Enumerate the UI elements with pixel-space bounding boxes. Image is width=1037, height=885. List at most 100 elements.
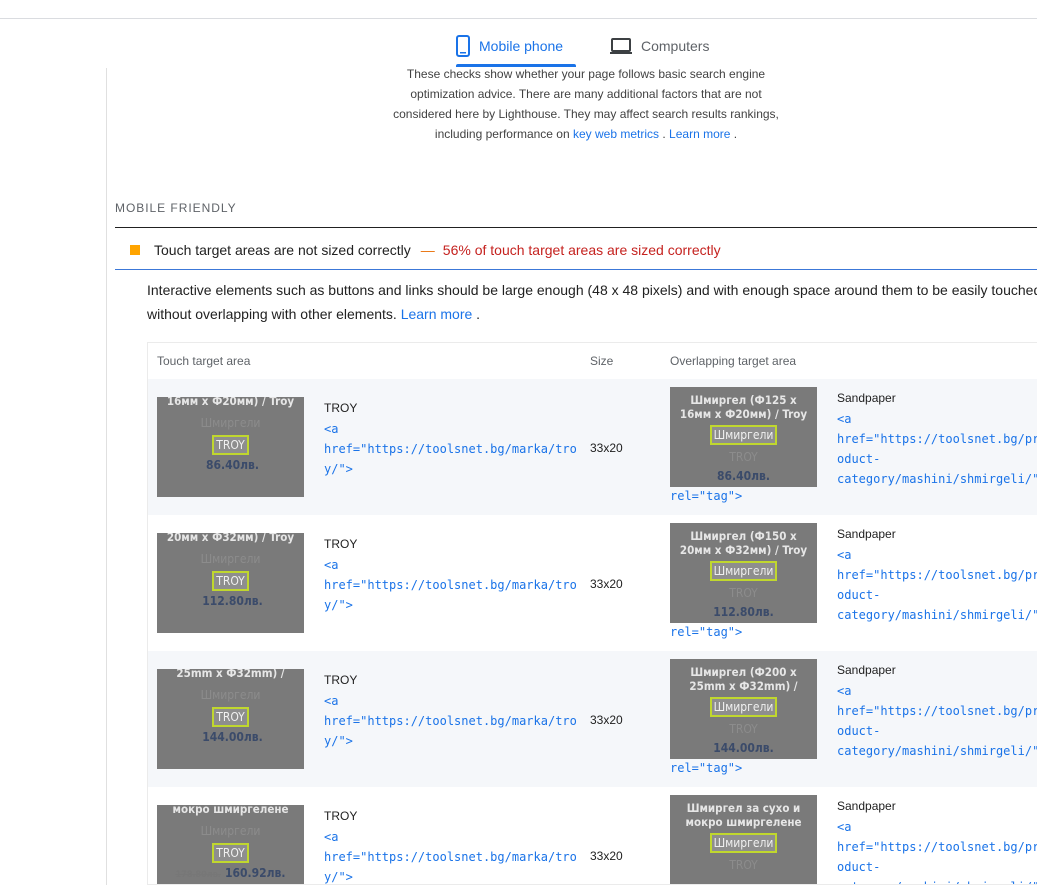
thumb-price: 178.80лв. 160.92лв. — [157, 866, 304, 882]
target-snippet: <a href="https://toolsnet.bg/marka/tro y… — [324, 694, 577, 748]
section-divider — [115, 227, 1037, 228]
thumb-product-title: мокро шмиргелене — [172, 805, 289, 816]
header-overlapping: Overlapping target area — [670, 354, 797, 368]
thumb-brand: TROY — [729, 858, 758, 872]
thumb-price: 144.00лв. — [713, 741, 774, 755]
thumb-highlighted-overlap: Шмиргели — [709, 561, 778, 581]
target-snippet: <a href="https://toolsnet.bg/marka/tro y… — [324, 830, 577, 884]
thumb-price-value: 160.92лв. — [224, 866, 286, 880]
thumb-price: 144.00лв. — [157, 730, 304, 746]
thumb-highlight-wrap: TROY — [157, 570, 304, 591]
overlap-label: Sandpaper — [837, 663, 896, 677]
thumb-old-price: 178.80лв. — [175, 870, 221, 880]
warning-status-icon — [130, 244, 140, 255]
key-web-metrics-link[interactable]: key web metrics — [573, 127, 659, 141]
overlap-screenshot-thumbnail: Шмиргел (Ф200 х 25mm х Ф32mm) / Шмиргели… — [670, 659, 817, 759]
target-size: 33x20 — [590, 713, 623, 727]
description-learn-more-link[interactable]: Learn more — [401, 306, 473, 322]
overlap-label: Sandpaper — [837, 527, 896, 541]
target-screenshot-thumbnail: мокро шмиргелене Шмиргели TROY 178.80лв.… — [157, 805, 304, 884]
table-header: Touch target area Size Overlapping targe… — [148, 343, 1037, 379]
audit-separator: — — [420, 241, 435, 258]
overlap-label: Sandpaper — [837, 391, 896, 405]
overlap-rel-tag: rel="tag"> — [670, 761, 743, 775]
thumb-title-line-2: 16мм х Ф20мм) / Troy — [679, 407, 808, 421]
table-row: 20мм х Ф32мм) / Troy Шмиргели TROY 112.8… — [148, 515, 1037, 651]
section-title: MOBILE FRIENDLY — [115, 201, 237, 215]
target-label: TROY — [324, 673, 358, 687]
thumb-highlight-wrap: TROY — [157, 434, 304, 455]
overlap-snippet: <a href="https://toolsnet.bg/pr oduct- c… — [837, 684, 1037, 758]
intro-learn-more-link[interactable]: Learn more — [669, 127, 730, 141]
target-label: TROY — [324, 401, 358, 415]
description-line-1: Interactive elements such as buttons and… — [147, 282, 1037, 298]
overlap-rel-tag: rel="tag"> — [670, 625, 743, 639]
target-size: 33x20 — [590, 441, 623, 455]
description-line-2: without overlapping with other elements.… — [147, 302, 1037, 326]
target-screenshot-thumbnail: 16мм х Ф20мм) / Troy Шмиргели TROY 86.40… — [157, 397, 304, 497]
thumb-title-line-1: Шмиргел (Ф125 х — [690, 393, 797, 407]
left-gutter-line — [106, 68, 107, 885]
audit-description: Interactive elements such as buttons and… — [147, 278, 1037, 326]
overlap-snippet: <a href="https://toolsnet.bg/pr oduct- c… — [837, 412, 1037, 486]
thumb-highlight-wrap: Шмиргели — [670, 832, 817, 853]
target-size: 33x20 — [590, 577, 623, 591]
thumb-category: Шмиргели — [200, 416, 261, 430]
thumb-title-line-1: Шмиргел (Ф150 х — [690, 529, 797, 543]
target-screenshot-thumbnail: 25mm х Ф32mm) / Шмиргели TROY 144.00лв. — [157, 669, 304, 769]
thumb-product-title: 20мм х Ф32мм) / Troy — [166, 533, 295, 544]
target-snippet: <a href="https://toolsnet.bg/marka/tro y… — [324, 422, 577, 476]
target-label: TROY — [324, 809, 358, 823]
thumb-highlight-wrap: Шмиргели — [670, 696, 817, 717]
device-tabs: Mobile phone Computers — [0, 26, 1037, 67]
smartphone-icon — [456, 35, 470, 57]
thumb-price-value: 112.80лв. — [202, 594, 263, 608]
thumb-highlighted-target: TROY — [212, 435, 249, 455]
thumb-product-title: 25mm х Ф32mm) / — [176, 669, 285, 680]
top-divider — [0, 18, 1037, 19]
thumb-price: 86.40лв. — [157, 458, 304, 474]
thumb-brand: TROY — [729, 722, 758, 736]
audit-title: Touch target areas are not sized correct… — [154, 241, 411, 258]
thumb-brand: TROY — [729, 450, 758, 464]
seo-intro: These checks show whether your page foll… — [386, 64, 786, 144]
overlap-label: Sandpaper — [837, 799, 896, 813]
description-line-2-text: without overlapping with other elements. — [147, 306, 401, 322]
thumb-price: 112.80лв. — [157, 594, 304, 610]
thumb-highlighted-overlap: Шмиргели — [709, 697, 778, 717]
audit-header-touch-targets[interactable]: Touch target areas are not sized correct… — [115, 230, 1037, 270]
overlap-screenshot-thumbnail: Шмиргел за сухо и мокро шмиргелене Шмирг… — [670, 795, 817, 884]
description-end: . — [472, 306, 481, 322]
intro-separator: . — [659, 127, 670, 141]
target-label: TROY — [324, 537, 358, 551]
thumb-highlighted-target: TROY — [212, 571, 249, 591]
table-row: мокро шмиргелене Шмиргели TROY 178.80лв.… — [148, 787, 1037, 884]
target-snippet: <a href="https://toolsnet.bg/marka/tro y… — [324, 558, 577, 612]
thumb-title-line-2: мокро шмиргелене — [685, 815, 802, 829]
tab-mobile-phone[interactable]: Mobile phone — [456, 26, 563, 66]
thumb-highlight-wrap: Шмиргели — [670, 560, 817, 581]
table-row: 25mm х Ф32mm) / Шмиргели TROY 144.00лв. … — [148, 651, 1037, 787]
header-size: Size — [590, 354, 614, 368]
thumb-price: 86.40лв. — [717, 469, 770, 483]
overlap-rel-tag: rel="tag"> — [670, 489, 743, 503]
target-screenshot-thumbnail: 20мм х Ф32мм) / Troy Шмиргели TROY 112.8… — [157, 533, 304, 633]
laptop-icon — [610, 38, 632, 54]
thumb-highlighted-target: TROY — [212, 843, 249, 863]
thumb-highlighted-overlap: Шмиргели — [709, 425, 778, 445]
thumb-title-line-2: 20мм х Ф32мм) / Troy — [679, 543, 808, 557]
thumb-title-line-1: Шмиргел (Ф200 х — [690, 665, 797, 679]
thumb-category: Шмиргели — [200, 552, 261, 566]
thumb-highlight-wrap: Шмиргели — [670, 424, 817, 445]
overlap-screenshot-thumbnail: Шмиргел (Ф125 х 16мм х Ф20мм) / Troy Шми… — [670, 387, 817, 487]
target-size: 33x20 — [590, 849, 623, 863]
table-row: 16мм х Ф20мм) / Troy Шмиргели TROY 86.40… — [148, 379, 1037, 515]
touch-target-table: Touch target area Size Overlapping targe… — [147, 342, 1037, 885]
thumb-brand: TROY — [729, 586, 758, 600]
header-touch-target: Touch target area — [157, 354, 251, 368]
tab-computers[interactable]: Computers — [610, 26, 709, 66]
thumb-title-line-2: 25mm х Ф32mm) / — [689, 679, 798, 693]
intro-end: . — [730, 127, 738, 141]
thumb-product-title: 16мм х Ф20мм) / Troy — [166, 397, 295, 408]
thumb-highlighted-target: TROY — [212, 707, 249, 727]
